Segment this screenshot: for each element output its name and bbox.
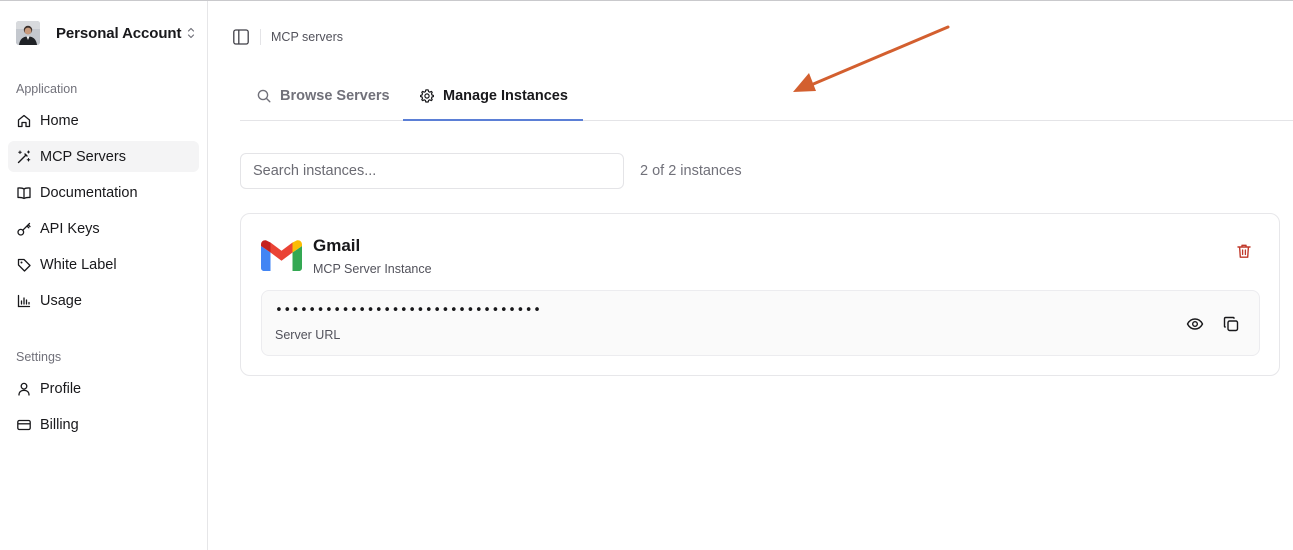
tab-label: Browse Servers	[280, 88, 390, 104]
bar-chart-icon	[16, 293, 32, 309]
instance-count: 2 of 2 instances	[640, 163, 742, 179]
instance-subtitle: MCP Server Instance	[313, 262, 432, 276]
sidebar-item-label: White Label	[40, 256, 117, 273]
sidebar-item-usage[interactable]: Usage	[8, 285, 199, 316]
section-label-application: Application	[16, 82, 78, 96]
eye-icon[interactable]	[1186, 315, 1204, 333]
main-content: MCP servers Browse Servers Manage Instan…	[209, 1, 1293, 550]
trash-icon[interactable]	[1235, 242, 1253, 260]
sidebar-item-billing[interactable]: Billing	[8, 409, 199, 440]
copy-icon[interactable]	[1222, 315, 1240, 333]
breadcrumb-separator	[260, 29, 261, 45]
home-icon	[16, 113, 32, 129]
search-icon	[256, 88, 272, 104]
sidebar-item-api-keys[interactable]: API Keys	[8, 213, 199, 244]
sidebar-item-home[interactable]: Home	[8, 105, 199, 136]
tab-manage-instances[interactable]: Manage Instances	[403, 71, 583, 121]
user-icon	[16, 381, 32, 397]
sidebar-item-label: Profile	[40, 380, 82, 397]
tab-bar: Browse Servers Manage Instances	[240, 71, 1293, 121]
sidebar-item-profile[interactable]: Profile	[8, 373, 199, 404]
sidebar-item-label: API Keys	[40, 220, 100, 237]
search-input[interactable]	[240, 153, 624, 189]
gmail-logo-icon	[261, 240, 302, 271]
server-url-label: Server URL	[275, 328, 341, 342]
book-open-icon	[16, 185, 32, 201]
sidebar-item-mcp-servers[interactable]: MCP Servers	[8, 141, 199, 172]
chevron-up-down-icon	[187, 27, 195, 39]
account-name: Personal Account	[56, 24, 182, 42]
sidebar-item-label: MCP Servers	[40, 148, 126, 165]
magic-wand-icon	[16, 149, 32, 165]
tag-icon	[16, 257, 32, 273]
tab-label: Manage Instances	[443, 88, 568, 104]
active-tab-indicator	[403, 119, 583, 121]
sidebar-item-white-label[interactable]: White Label	[8, 249, 199, 280]
sidebar-item-label: Documentation	[40, 184, 138, 201]
sidebar-item-label: Usage	[40, 292, 82, 309]
key-icon	[16, 221, 32, 237]
sidebar-toggle-icon[interactable]	[232, 28, 250, 46]
instance-title: Gmail	[313, 236, 361, 255]
server-url-masked: ••••••••••••••••••••••••••••••••	[275, 303, 542, 318]
sidebar-item-documentation[interactable]: Documentation	[8, 177, 199, 208]
gear-icon	[419, 88, 435, 104]
tab-browse-servers[interactable]: Browse Servers	[256, 71, 390, 121]
avatar	[16, 21, 40, 45]
account-switcher[interactable]: Personal Account	[8, 13, 200, 53]
breadcrumb: MCP servers	[271, 30, 344, 44]
sidebar-item-label: Home	[40, 112, 79, 129]
instance-card: Gmail MCP Server Instance ••••••••••••••…	[240, 213, 1280, 376]
server-url-box: •••••••••••••••••••••••••••••••• Server …	[261, 290, 1260, 356]
credit-card-icon	[16, 417, 32, 433]
sidebar: Personal Account Application Home MCP Se…	[0, 1, 208, 550]
sidebar-item-label: Billing	[40, 416, 79, 433]
section-label-settings: Settings	[16, 350, 62, 364]
